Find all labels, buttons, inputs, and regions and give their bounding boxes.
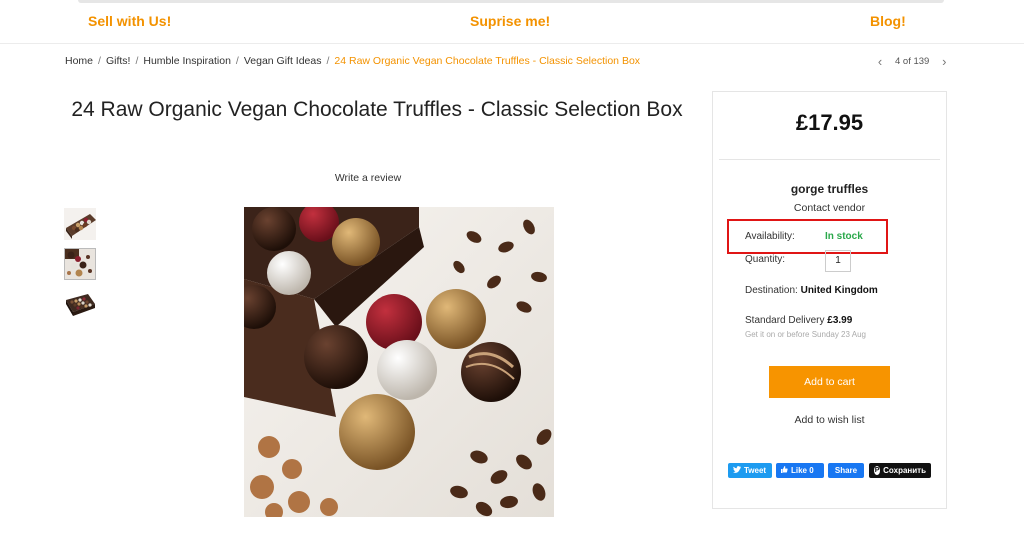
quantity-input[interactable]: 1: [825, 250, 851, 272]
delivery-option: Standard Delivery £3.99: [745, 315, 852, 326]
thumbnail-2[interactable]: [64, 248, 96, 280]
product-title: 24 Raw Organic Vegan Chocolate Truffles …: [71, 98, 683, 121]
breadcrumb: Home / Gifts! / Humble Inspiration / Vegan Gif…: [65, 55, 640, 67]
thumbs-up-icon: [781, 463, 788, 478]
product-price: £17.95: [795, 110, 864, 135]
top-scrollbar[interactable]: [78, 0, 944, 3]
thumbnail-3[interactable]: [64, 290, 96, 322]
pinterest-save-label: Сохранить: [883, 466, 926, 475]
destination-value[interactable]: United Kingdom: [801, 285, 878, 296]
breadcrumb-separator: /: [326, 55, 330, 67]
twitter-bird-icon: [733, 463, 741, 478]
add-to-wish-list-link[interactable]: Add to wish list: [713, 414, 946, 426]
breadcrumb-home[interactable]: Home: [65, 55, 93, 67]
product-pager: ‹ 4 of 139 ›: [872, 54, 952, 69]
purchase-panel: £17.95 gorge truffles Contact vendor Ava…: [712, 91, 947, 509]
write-review-link[interactable]: Write a review: [318, 172, 418, 184]
breadcrumb-separator: /: [98, 55, 101, 67]
tweet-label: Tweet: [744, 466, 767, 475]
delivery-price: £3.99: [827, 315, 853, 326]
top-nav: Sell with Us! Suprise me! Blog!: [0, 0, 1024, 44]
breadcrumb-gifts[interactable]: Gifts!: [106, 55, 131, 67]
vendor-name[interactable]: gorge truffles: [713, 182, 946, 196]
breadcrumb-separator: /: [135, 55, 139, 67]
availability-label: Availability:: [745, 231, 795, 242]
pinterest-icon: P: [874, 466, 881, 475]
delivery-label: Standard Delivery: [745, 315, 825, 326]
product-main-image[interactable]: [244, 207, 554, 517]
breadcrumb-current: 24 Raw Organic Vegan Chocolate Truffles …: [334, 55, 641, 67]
destination-label: Destination:: [745, 285, 798, 296]
facebook-like-button[interactable]: Like 0: [776, 463, 824, 478]
tweet-button[interactable]: Tweet: [728, 463, 772, 478]
availability-status: In stock: [825, 231, 863, 242]
pinterest-save-button[interactable]: P Сохранить: [869, 463, 931, 478]
panel-divider: [719, 159, 940, 160]
like-label: Like 0: [791, 466, 814, 475]
pager-count: 4 of 139: [895, 56, 930, 67]
breadcrumb-separator: /: [235, 55, 239, 67]
breadcrumb-vegan-gift-ideas[interactable]: Vegan Gift Ideas: [244, 55, 322, 67]
facebook-share-button[interactable]: Share: [828, 463, 864, 478]
add-to-cart-button[interactable]: Add to cart: [769, 366, 890, 398]
quantity-label: Quantity:: [745, 254, 786, 265]
breadcrumb-humble-inspiration[interactable]: Humble Inspiration: [143, 55, 231, 67]
nav-blog[interactable]: Blog!: [870, 13, 906, 29]
thumbnail-1[interactable]: [64, 208, 96, 240]
chevron-right-icon[interactable]: ›: [936, 54, 952, 69]
contact-vendor-link[interactable]: Contact vendor: [713, 202, 946, 214]
destination: Destination: United Kingdom: [745, 285, 878, 296]
nav-surprise-me[interactable]: Suprise me!: [470, 13, 550, 29]
delivery-estimate: Get it on or before Sunday 23 Aug: [745, 330, 866, 339]
chevron-left-icon[interactable]: ‹: [872, 54, 888, 69]
nav-sell-with-us[interactable]: Sell with Us!: [88, 13, 171, 29]
